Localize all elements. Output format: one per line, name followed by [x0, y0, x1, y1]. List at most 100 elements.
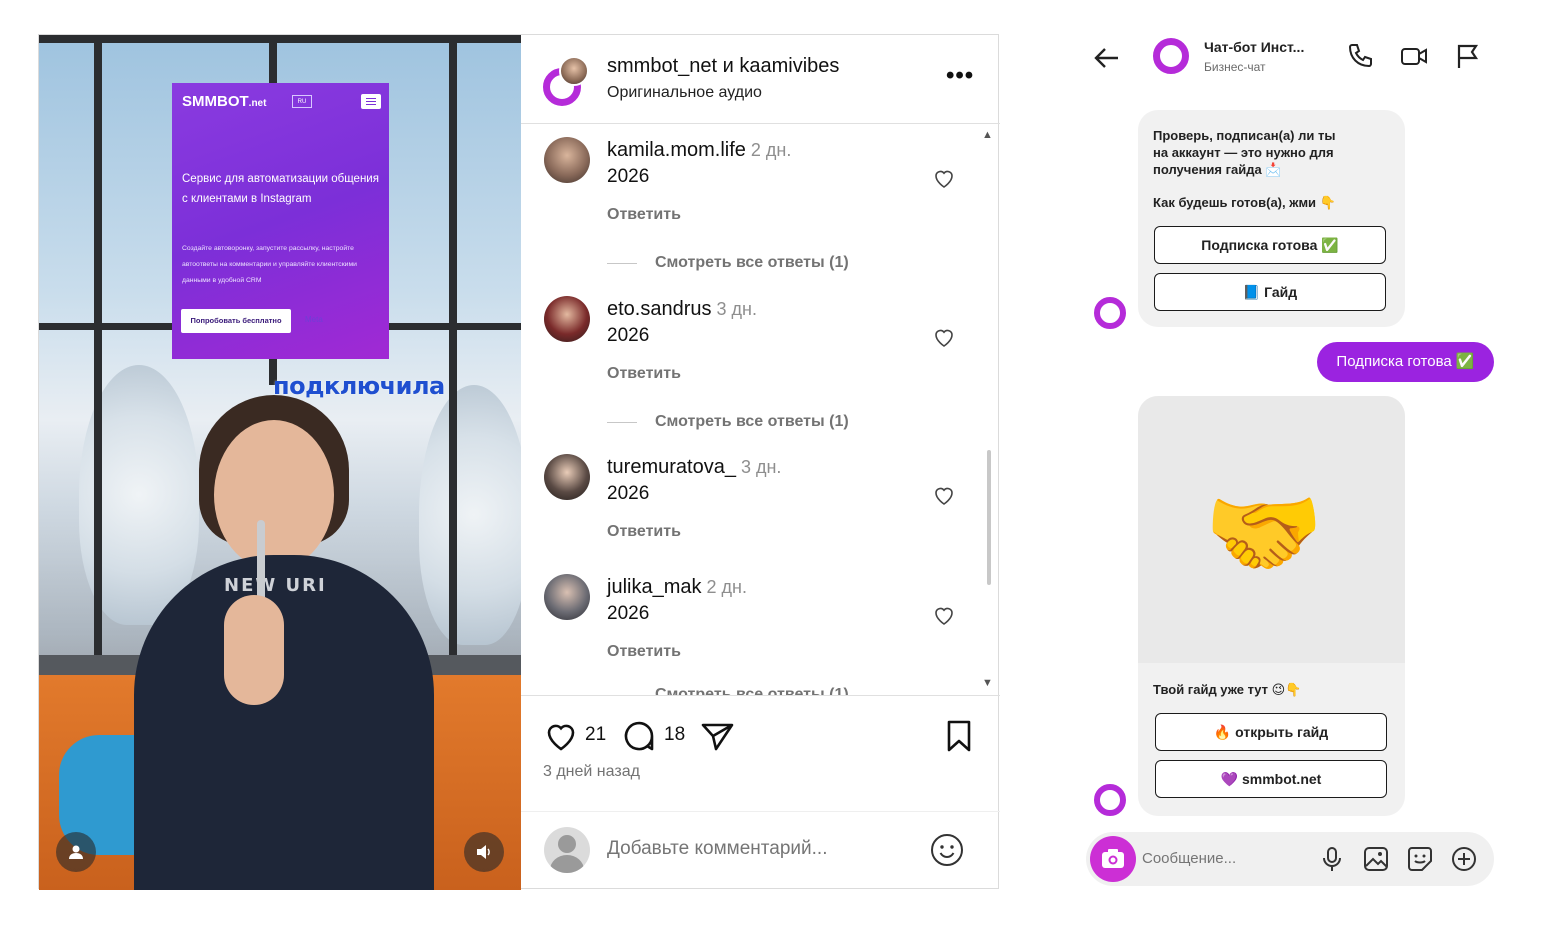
commenter-username[interactable]: kamila.mom.life: [607, 139, 746, 161]
commenter-avatar[interactable]: [544, 296, 590, 342]
guide-button[interactable]: 📘 Гайд: [1154, 273, 1386, 311]
comments-scrollbar[interactable]: [987, 450, 991, 585]
window-frame: [449, 35, 457, 675]
save-bookmark-icon[interactable]: [941, 718, 977, 754]
reply-link[interactable]: Ответить: [607, 523, 681, 541]
bot-media-message: 🤝 Твой гайд уже тут 😉👇 🔥 открыть гайд 💜 …: [1138, 396, 1405, 816]
authors-conjunction: и: [722, 55, 734, 77]
post-authors: smmbot_net и kaamivibes: [607, 55, 839, 78]
message-input[interactable]: [1142, 850, 1302, 867]
coauthor-avatar[interactable]: [559, 56, 589, 86]
add-plus-icon[interactable]: [1450, 845, 1478, 873]
comment-text: 2026: [607, 325, 650, 346]
camera-icon[interactable]: [1090, 836, 1136, 882]
view-all-replies[interactable]: Смотреть все ответы (1): [607, 686, 849, 695]
likes-count[interactable]: 21: [585, 724, 606, 746]
author-link[interactable]: smmbot_net: [607, 55, 717, 77]
more-options-icon[interactable]: •••: [946, 62, 974, 90]
promo-subtitle: Создайте автоворонку, запустите рассылку…: [182, 245, 357, 284]
promo-lang-badge: RU: [292, 95, 312, 108]
view-all-replies[interactable]: Смотреть все ответы (1): [607, 413, 849, 431]
snowy-tree: [419, 385, 521, 645]
comment-header: kamila.mom.life 2 дн.: [607, 139, 791, 162]
meta-partner-logo: Meta: [305, 315, 323, 324]
media-image[interactable]: 🤝: [1138, 396, 1405, 663]
video-caption-overlay: подключила: [273, 372, 445, 400]
bot-message-text: Как будешь готов(а), жми 👇: [1153, 195, 1336, 210]
chatbot-avatar[interactable]: [1153, 38, 1189, 74]
post-header: smmbot_net и kaamivibes Оригинальное ауд…: [521, 35, 1000, 124]
post-actions-bar: 21 18 3 дней назад: [521, 695, 1000, 890]
bot-message-text: Твой гайд уже тут 😉👇: [1153, 682, 1302, 697]
handshake-emoji: 🤝: [1204, 480, 1324, 587]
commenter-avatar[interactable]: [544, 574, 590, 620]
like-comment-heart-icon[interactable]: [932, 166, 956, 190]
person-face: [214, 420, 334, 570]
comments-list[interactable]: ▲ kamila.mom.life 2 дн. 2026 Ответить Смо…: [521, 125, 1000, 695]
back-arrow-icon[interactable]: [1092, 44, 1120, 72]
open-guide-button[interactable]: 🔥 открыть гайд: [1155, 713, 1387, 751]
audio-link[interactable]: Оригинальное аудио: [607, 84, 762, 102]
person-sweater: [134, 555, 434, 890]
sound-toggle-icon[interactable]: [464, 832, 504, 872]
bot-avatar: [1094, 297, 1126, 329]
reply-link[interactable]: Ответить: [607, 643, 681, 661]
comment-text: 2026: [607, 603, 650, 624]
commenter-avatar[interactable]: [544, 454, 590, 500]
microphone-icon[interactable]: [1318, 845, 1346, 873]
commenter-username[interactable]: julika_mak: [607, 576, 701, 598]
commenter-avatar[interactable]: [544, 137, 590, 183]
like-comment-heart-icon[interactable]: [932, 603, 956, 627]
bot-message-bubble: Проверь, подписан(а) ли ты на аккаунт — …: [1138, 110, 1405, 327]
tagged-user-icon[interactable]: [56, 832, 96, 872]
comment-header: julika_mak 2 дн.: [607, 576, 747, 599]
phone-call-icon[interactable]: [1346, 42, 1374, 70]
comment-header: turemuratova_ 3 дн.: [607, 456, 781, 479]
scroll-up-arrow-icon[interactable]: ▲: [982, 129, 993, 141]
comment-text: 2026: [607, 166, 650, 187]
direct-message-chat: Чат-бот Инст... Бизнес-чат Проверь, подп…: [1080, 20, 1510, 920]
scroll-down-arrow-icon[interactable]: ▼: [982, 677, 993, 689]
video-call-icon[interactable]: [1400, 42, 1428, 70]
reply-link[interactable]: Ответить: [607, 206, 681, 224]
like-comment-heart-icon[interactable]: [932, 325, 956, 349]
comment-bubble-icon[interactable]: [621, 718, 657, 754]
message-composer: [1086, 832, 1494, 886]
report-flag-icon[interactable]: [1454, 42, 1482, 70]
smmbot-promo-screenshot: SMMBOT.net RU Сервис для автоматизации о…: [172, 83, 389, 359]
chat-title[interactable]: Чат-бот Инст...: [1204, 39, 1304, 55]
user-message-bubble: Подписка готова ✅: [1317, 342, 1494, 382]
bot-message-text: Проверь, подписан(а) ли ты на аккаунт — …: [1153, 128, 1336, 177]
website-link-button[interactable]: 💜 smmbot.net: [1155, 760, 1387, 798]
like-comment-heart-icon[interactable]: [932, 483, 956, 507]
window-frame: [94, 35, 102, 675]
current-user-avatar: [544, 827, 590, 873]
instagram-post: NEW URI SMMBOT.net RU Сервис для автомат…: [38, 34, 1000, 890]
post-sidebar: smmbot_net и kaamivibes Оригинальное ауд…: [521, 35, 1000, 890]
commenter-username[interactable]: turemuratova_: [607, 456, 736, 478]
add-comment-input[interactable]: [607, 838, 907, 860]
like-heart-icon[interactable]: [543, 718, 579, 754]
view-all-replies[interactable]: Смотреть все ответы (1): [607, 254, 849, 272]
comment-time: 3 дн.: [716, 299, 757, 319]
hamburger-menu-icon: [361, 94, 381, 109]
comments-count[interactable]: 18: [664, 724, 685, 746]
subscription-ready-button[interactable]: Подписка готова ✅: [1154, 226, 1386, 264]
comment-time: 2 дн.: [750, 140, 792, 160]
commenter-username[interactable]: eto.sandrus: [607, 298, 712, 320]
chat-subtitle: Бизнес-чат: [1204, 60, 1266, 74]
emoji-smiley-icon[interactable]: [930, 833, 964, 867]
post-date: 3 дней назад: [543, 763, 640, 780]
comment-header: eto.sandrus 3 дн.: [607, 298, 757, 321]
reel-video[interactable]: NEW URI SMMBOT.net RU Сервис для автомат…: [39, 35, 521, 890]
coauthor-link[interactable]: kaamivibes: [739, 55, 839, 77]
gallery-image-icon[interactable]: [1362, 845, 1390, 873]
bot-avatar: [1094, 784, 1126, 816]
share-paper-plane-icon[interactable]: [699, 718, 735, 754]
sticker-icon[interactable]: [1406, 845, 1434, 873]
add-comment-row: [521, 811, 1000, 891]
promo-cta-button: Попробовать бесплатно: [181, 309, 291, 333]
reply-link[interactable]: Ответить: [607, 365, 681, 383]
sweater-print: NEW URI: [224, 575, 327, 596]
promo-title: Сервис для автоматизации общения с клиен…: [182, 173, 379, 205]
